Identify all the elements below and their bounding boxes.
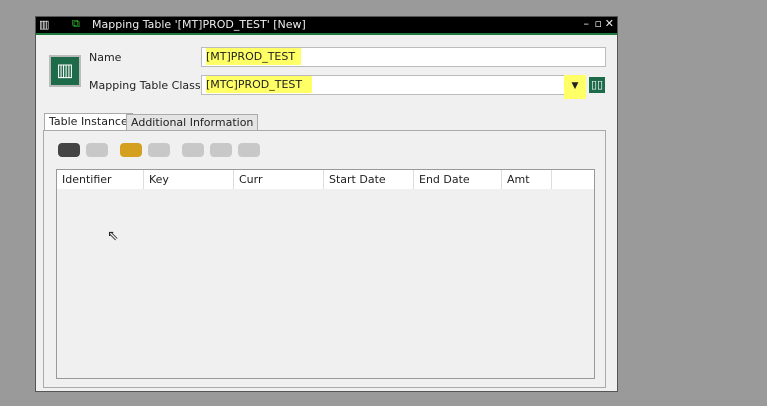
name-value: [MT]PROD_TEST: [206, 48, 302, 65]
name-label: Name: [89, 51, 122, 64]
column-header-identifier[interactable]: Identifier: [57, 170, 144, 189]
minimize-icon[interactable]: –: [584, 17, 590, 30]
chevron-down-icon[interactable]: ▼: [564, 75, 586, 99]
mapping-table-window: ▥ ⧉ Mapping Table '[MT]PROD_TEST' [New] …: [35, 16, 618, 392]
mapping-grid[interactable]: Identifier Key Curr Start Date End Date …: [56, 169, 595, 379]
app-icon: ▥: [39, 18, 50, 31]
column-header-filler: [552, 170, 594, 189]
import-icon[interactable]: [120, 143, 142, 157]
tab-additional-information[interactable]: Additional Information: [126, 114, 259, 131]
name-input[interactable]: [MT]PROD_TEST: [201, 47, 606, 67]
class-label: Mapping Table Class: [89, 79, 201, 92]
column-header-amt[interactable]: Amt: [502, 170, 552, 189]
title-bar[interactable]: ▥ ⧉ Mapping Table '[MT]PROD_TEST' [New] …: [36, 17, 617, 35]
mapping-table-icon: ▥: [49, 55, 81, 87]
remove-row-icon: [86, 143, 108, 157]
class-select[interactable]: [MTC]PROD_TEST: [201, 75, 586, 95]
class-value: [MTC]PROD_TEST: [206, 76, 313, 93]
mouse-cursor-icon: ⇖: [107, 228, 119, 244]
mapping-icon: ⧉: [72, 17, 80, 30]
open-class-button[interactable]: ▯▯: [589, 77, 605, 93]
column-header-curr[interactable]: Curr: [234, 170, 324, 189]
delete-icon: [148, 143, 170, 157]
find-next-icon: [210, 143, 232, 157]
column-header-start-date[interactable]: Start Date: [324, 170, 414, 189]
window-title: Mapping Table '[MT]PROD_TEST' [New]: [92, 18, 306, 31]
restore-icon[interactable]: ▫: [595, 17, 602, 30]
find-icon: [182, 143, 204, 157]
column-header-key[interactable]: Key: [144, 170, 234, 189]
add-row-icon[interactable]: [58, 143, 80, 157]
close-icon[interactable]: ✕: [605, 17, 614, 30]
column-header-end-date[interactable]: End Date: [414, 170, 502, 189]
filter-icon: [238, 143, 260, 157]
tab-table-instance[interactable]: Table Instance: [44, 113, 133, 131]
table-instance-panel: Identifier Key Curr Start Date End Date …: [43, 130, 606, 388]
